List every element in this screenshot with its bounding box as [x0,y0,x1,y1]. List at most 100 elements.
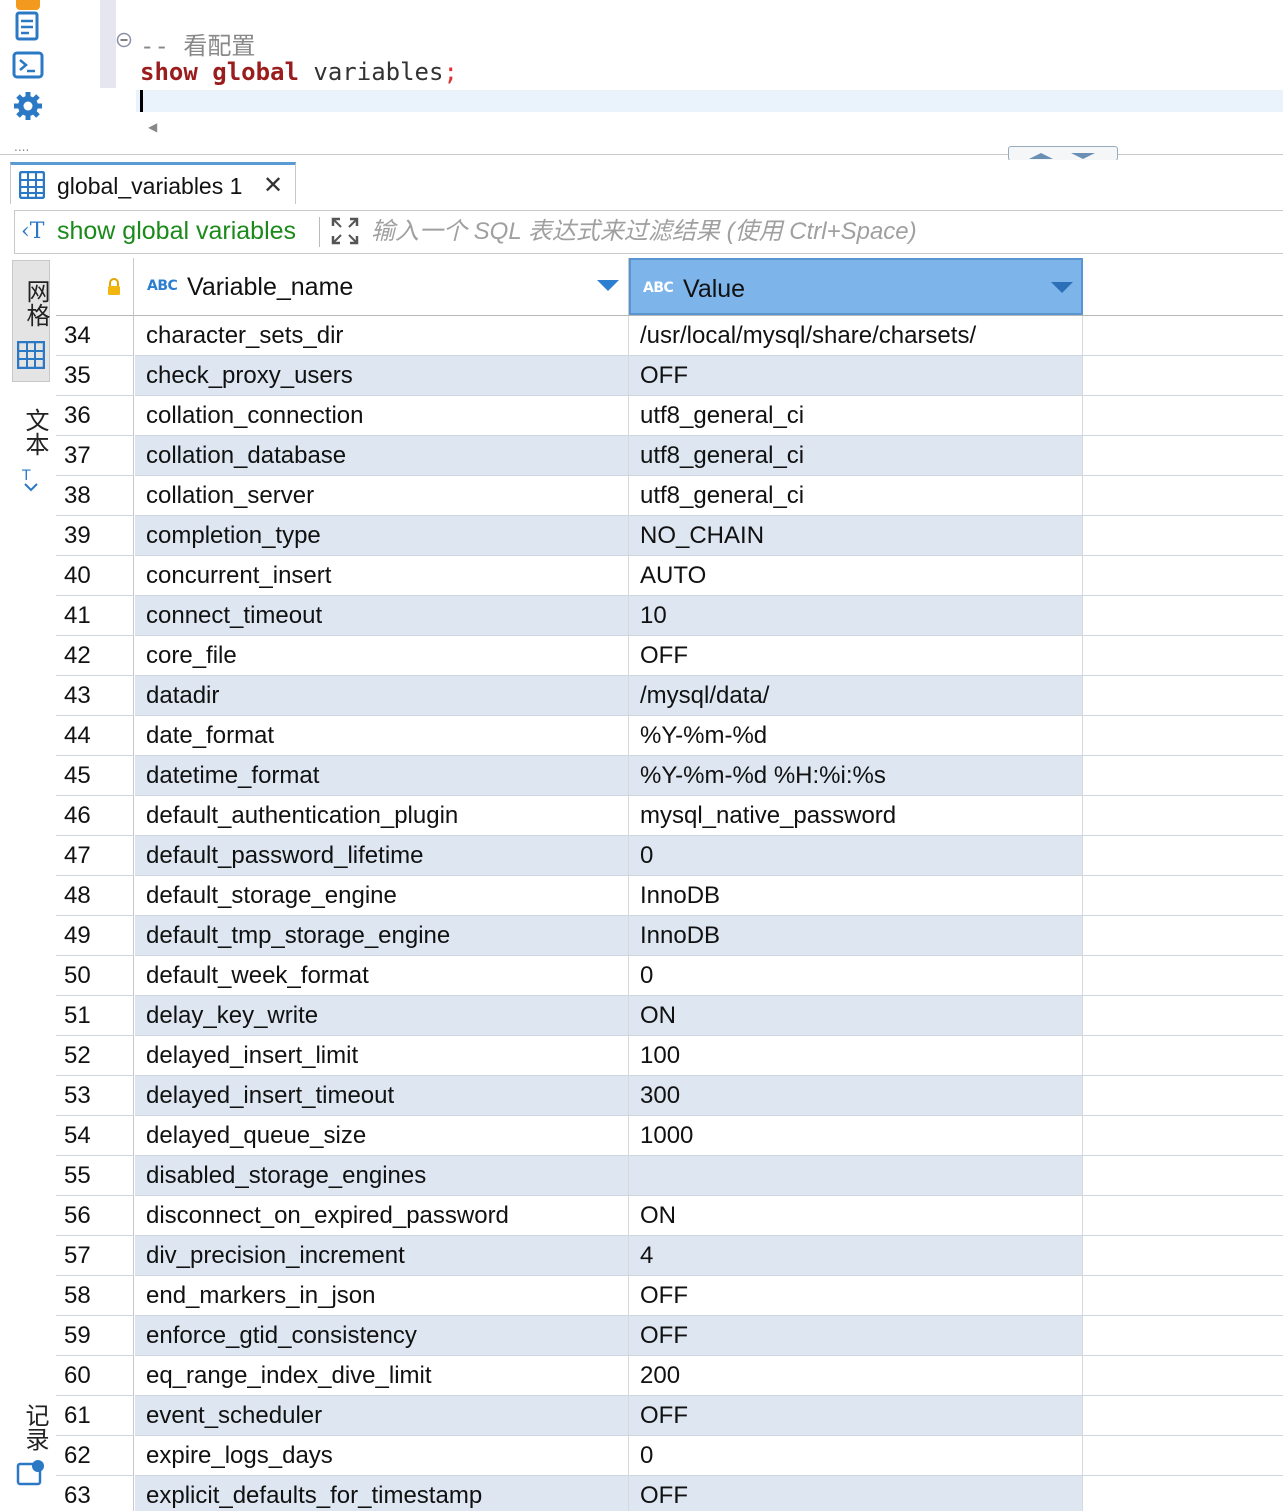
row-number[interactable]: 45 [56,756,134,796]
row-number[interactable]: 53 [56,1076,134,1116]
cell-variable-name[interactable]: datetime_format [135,756,629,796]
cell-variable-name[interactable]: datadir [135,676,629,716]
cell-value[interactable]: 1000 [629,1116,1083,1156]
table-row[interactable]: 61 event_scheduler OFF [56,1396,1283,1436]
cell-variable-name[interactable]: default_password_lifetime [135,836,629,876]
cell-variable-name[interactable]: eq_range_index_dive_limit [135,1356,629,1396]
sort-dropdown-icon[interactable] [597,280,619,291]
side-tab-record[interactable]: 记录 [18,1403,53,1451]
cell-value[interactable]: OFF [629,1476,1083,1511]
row-number[interactable]: 59 [56,1316,134,1356]
row-number[interactable]: 61 [56,1396,134,1436]
cell-value[interactable]: utf8_general_ci [629,396,1083,436]
table-row[interactable]: 37 collation_database utf8_general_ci [56,436,1283,476]
row-number[interactable]: 50 [56,956,134,996]
cell-value[interactable]: OFF [629,636,1083,676]
cell-value[interactable]: ON [629,996,1083,1036]
cell-value[interactable]: /usr/local/mysql/share/charsets/ [629,316,1083,356]
cell-value[interactable]: 0 [629,956,1083,996]
row-number[interactable]: 41 [56,596,134,636]
table-row[interactable]: 52 delayed_insert_limit 100 [56,1036,1283,1076]
splitter-handle[interactable] [1008,146,1118,161]
column-header-variable-name[interactable]: ABC Variable_name [135,258,629,315]
row-number[interactable]: 46 [56,796,134,836]
cell-variable-name[interactable]: expire_logs_days [135,1436,629,1476]
cell-variable-name[interactable]: connect_timeout [135,596,629,636]
cell-variable-name[interactable]: check_proxy_users [135,356,629,396]
tab-global-variables[interactable]: global_variables 1 ✕ [10,162,296,204]
column-header-value[interactable]: ABC Value [629,258,1083,315]
row-number[interactable]: 54 [56,1116,134,1156]
cell-variable-name[interactable]: default_tmp_storage_engine [135,916,629,956]
close-icon[interactable]: ✕ [263,171,283,199]
cell-value[interactable]: mysql_native_password [629,796,1083,836]
cell-variable-name[interactable]: disabled_storage_engines [135,1156,629,1196]
cell-value[interactable]: InnoDB [629,916,1083,956]
cell-value[interactable]: AUTO [629,556,1083,596]
cell-variable-name[interactable]: delayed_queue_size [135,1116,629,1156]
row-number[interactable]: 62 [56,1436,134,1476]
cell-variable-name[interactable]: default_week_format [135,956,629,996]
cell-variable-name[interactable]: delay_key_write [135,996,629,1036]
row-number[interactable]: 47 [56,836,134,876]
script-document-icon[interactable] [12,10,44,42]
filter-query-label[interactable]: show global variables [57,217,296,246]
row-number[interactable]: 35 [56,356,134,396]
cell-value[interactable]: 0 [629,836,1083,876]
cell-value[interactable]: utf8_general_ci [629,476,1083,516]
table-row[interactable]: 63 explicit_defaults_for_timestamp OFF [56,1476,1283,1511]
row-number[interactable]: 36 [56,396,134,436]
row-number[interactable]: 52 [56,1036,134,1076]
cell-value[interactable]: InnoDB [629,876,1083,916]
cell-variable-name[interactable]: event_scheduler [135,1396,629,1436]
table-row[interactable]: 53 delayed_insert_timeout 300 [56,1076,1283,1116]
table-row[interactable]: 35 check_proxy_users OFF [56,356,1283,396]
row-number[interactable]: 49 [56,916,134,956]
cell-value[interactable]: 200 [629,1356,1083,1396]
cell-value[interactable]: 0 [629,1436,1083,1476]
table-row[interactable]: 50 default_week_format 0 [56,956,1283,996]
cell-variable-name[interactable]: disconnect_on_expired_password [135,1196,629,1236]
cell-variable-name[interactable]: date_format [135,716,629,756]
table-row[interactable]: 34 character_sets_dir/usr/local/mysql/sha… [56,316,1283,356]
cell-value[interactable]: %Y-%m-%d [629,716,1083,756]
cell-value[interactable]: ON [629,1196,1083,1236]
table-row[interactable]: 42 core_file OFF [56,636,1283,676]
row-number[interactable]: 34 [56,316,134,356]
row-number[interactable]: 48 [56,876,134,916]
sort-dropdown-icon[interactable] [1051,282,1073,293]
cell-value[interactable]: 300 [629,1076,1083,1116]
filter-input[interactable] [369,214,1273,250]
row-number[interactable]: 51 [56,996,134,1036]
scroll-left-arrow-icon[interactable]: ◀ [148,120,157,134]
table-row[interactable]: 47 default_password_lifetime 0 [56,836,1283,876]
table-row[interactable]: 54 delayed_queue_size 1000 [56,1116,1283,1156]
more-dots-icon[interactable]: .... [14,140,29,154]
expand-icon[interactable] [331,217,359,245]
table-row[interactable]: 44 date_format %Y-%m-%d [56,716,1283,756]
cell-value[interactable]: /mysql/data/ [629,676,1083,716]
row-number[interactable]: 57 [56,1236,134,1276]
table-row[interactable]: 58 end_markers_in_json OFF [56,1276,1283,1316]
gear-icon[interactable] [12,90,44,122]
row-number[interactable]: 42 [56,636,134,676]
cell-value[interactable]: %Y-%m-%d %H:%i:%s [629,756,1083,796]
cell-variable-name[interactable]: concurrent_insert [135,556,629,596]
table-row[interactable]: 49 default_tmp_storage_engine InnoDB [56,916,1283,956]
table-row[interactable]: 45 datetime_format %Y-%m-%d %H:%i:%s [56,756,1283,796]
row-number[interactable]: 63 [56,1476,134,1511]
cell-value[interactable]: utf8_general_ci [629,436,1083,476]
table-row[interactable]: 56 disconnect_on_expired_password ON [56,1196,1283,1236]
cell-variable-name[interactable]: explicit_defaults_for_timestamp [135,1476,629,1511]
table-row[interactable]: 40 concurrent_insert AUTO [56,556,1283,596]
row-number[interactable]: 38 [56,476,134,516]
table-row[interactable]: 60 eq_range_index_dive_limit 200 [56,1356,1283,1396]
cell-variable-name[interactable]: completion_type [135,516,629,556]
fold-collapse-icon[interactable] [116,32,132,48]
cell-variable-name[interactable]: collation_server [135,476,629,516]
cell-variable-name[interactable]: character_sets_dir [135,316,629,356]
cell-variable-name[interactable]: delayed_insert_timeout [135,1076,629,1116]
cell-variable-name[interactable]: collation_database [135,436,629,476]
table-row[interactable]: 62 expire_logs_days 0 [56,1436,1283,1476]
row-number[interactable]: 43 [56,676,134,716]
